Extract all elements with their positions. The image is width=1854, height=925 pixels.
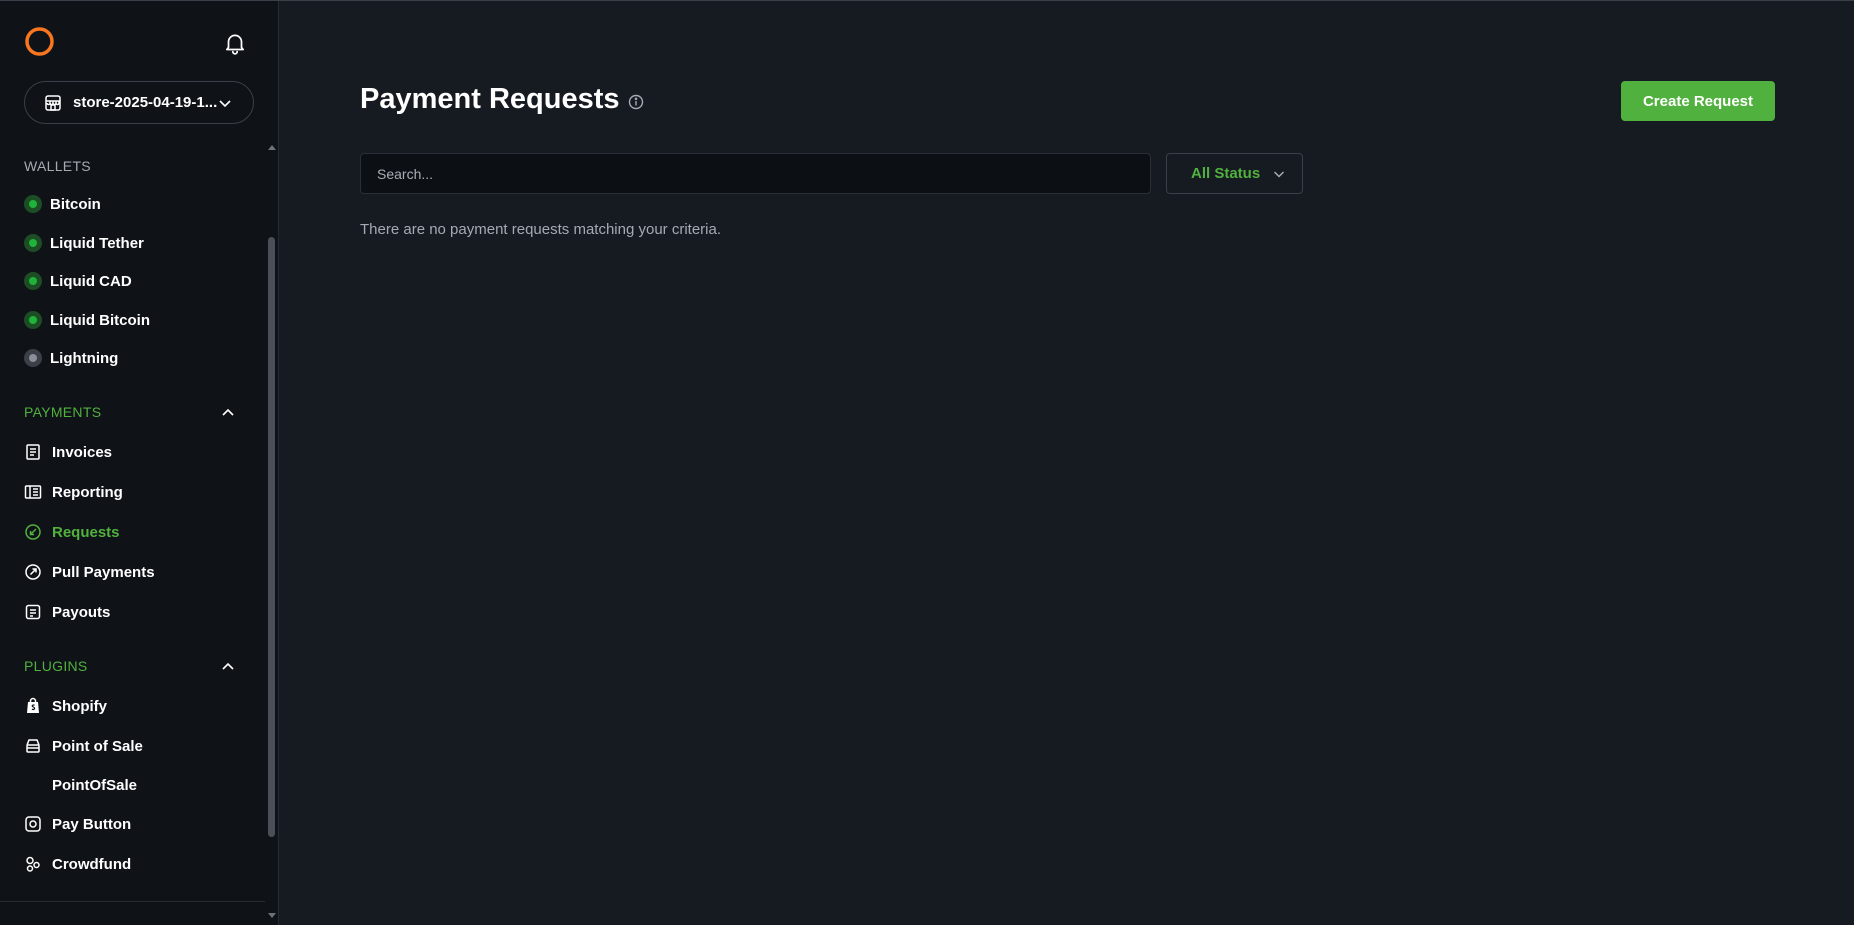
wallets-header: WALLETS — [24, 158, 91, 174]
sidebar-item-bitcoin[interactable]: Bitcoin — [24, 192, 101, 216]
sidebar-item-label: Pull Payments — [52, 563, 155, 581]
sidebar-item-lightning[interactable]: Lightning — [24, 346, 118, 370]
main-content: Payment Requests Create Request All Stat… — [280, 1, 1854, 925]
divider — [0, 901, 265, 902]
sidebar-item-reporting[interactable]: Reporting — [24, 480, 123, 504]
status-filter-dropdown[interactable]: All Status — [1166, 153, 1303, 194]
info-icon[interactable] — [628, 94, 644, 110]
scroll-down-arrow-icon[interactable] — [268, 913, 276, 918]
requests-icon — [24, 523, 42, 541]
status-dot-icon — [24, 195, 42, 213]
invoice-icon — [24, 443, 42, 461]
sidebar-item-liquid-bitcoin[interactable]: Liquid Bitcoin — [24, 308, 150, 332]
sidebar-item-liquid-cad[interactable]: Liquid CAD — [24, 269, 132, 293]
scroll-up-arrow-icon[interactable] — [268, 145, 276, 150]
search-input[interactable] — [360, 153, 1151, 194]
create-request-button[interactable]: Create Request — [1621, 81, 1775, 121]
sidebar-item-label: Payouts — [52, 603, 111, 621]
status-dot-icon — [24, 311, 42, 329]
sidebar-scrollbar-thumb[interactable] — [268, 237, 275, 837]
payments-header[interactable]: PAYMENTS — [24, 404, 101, 420]
payouts-icon — [24, 603, 42, 621]
sidebar-item-payouts[interactable]: Payouts — [24, 600, 110, 624]
sidebar-item-liquid-tether[interactable]: Liquid Tether — [24, 231, 144, 255]
pay-button-icon — [24, 815, 42, 833]
sidebar-item-label: Liquid Tether — [50, 234, 144, 252]
store-selector[interactable]: store-2025-04-19-1... — [24, 81, 254, 124]
plugins-header[interactable]: PLUGINS — [24, 658, 88, 674]
sidebar-item-point-of-sale[interactable]: Point of Sale — [24, 734, 143, 758]
sidebar-item-label: Invoices — [52, 443, 113, 461]
logo-icon[interactable] — [24, 26, 55, 57]
store-name: store-2025-04-19-1... — [73, 94, 218, 111]
status-filter-label: All Status — [1191, 165, 1261, 182]
sidebar-item-pull-payments[interactable]: Pull Payments — [24, 560, 155, 584]
shopify-icon — [24, 697, 42, 715]
status-dot-icon — [24, 234, 42, 252]
sidebar-item-label: Liquid CAD — [50, 272, 132, 290]
chevron-up-icon[interactable] — [220, 659, 236, 675]
reporting-icon — [24, 483, 42, 501]
point-of-sale-icon — [24, 737, 42, 755]
page-title: Payment Requests — [360, 83, 620, 115]
sidebar-item-label: Reporting — [52, 483, 123, 501]
sidebar-item-label: Bitcoin — [50, 195, 101, 213]
sidebar-item-invoices[interactable]: Invoices — [24, 440, 112, 464]
pull-payments-icon — [24, 563, 42, 581]
sidebar-item-label: Pay Button — [52, 815, 132, 833]
store-icon — [45, 94, 61, 111]
status-dot-icon — [24, 272, 42, 290]
status-dot-icon — [24, 349, 42, 367]
sidebar-item-label: Liquid Bitcoin — [50, 311, 150, 329]
sidebar-item-shopify[interactable]: Shopify — [24, 694, 107, 718]
sidebar-item-label: PointOfSale — [52, 776, 138, 794]
sidebar-item-label: Crowdfund — [52, 855, 132, 873]
chevron-down-icon — [219, 100, 231, 108]
sidebar-item-requests[interactable]: Requests — [24, 520, 120, 544]
crowdfund-icon — [24, 855, 42, 873]
empty-state-message: There are no payment requests matching y… — [360, 221, 722, 238]
sidebar-item-pointofsale-app[interactable]: PointOfSale — [52, 773, 137, 797]
title-row: Payment Requests — [360, 83, 644, 116]
chevron-down-icon — [1273, 171, 1285, 178]
chevron-up-icon[interactable] — [220, 405, 236, 421]
sidebar: store-2025-04-19-1... WALLETS Bitcoin Li… — [0, 1, 279, 925]
sidebar-item-pay-button[interactable]: Pay Button — [24, 812, 131, 836]
sidebar-item-label: Shopify — [52, 697, 107, 715]
sidebar-item-crowdfund[interactable]: Crowdfund — [24, 852, 131, 876]
sidebar-item-label: Lightning — [50, 349, 119, 367]
sidebar-item-label: Requests — [52, 523, 120, 541]
sidebar-item-label: Point of Sale — [52, 737, 143, 755]
bell-icon[interactable] — [222, 30, 248, 56]
